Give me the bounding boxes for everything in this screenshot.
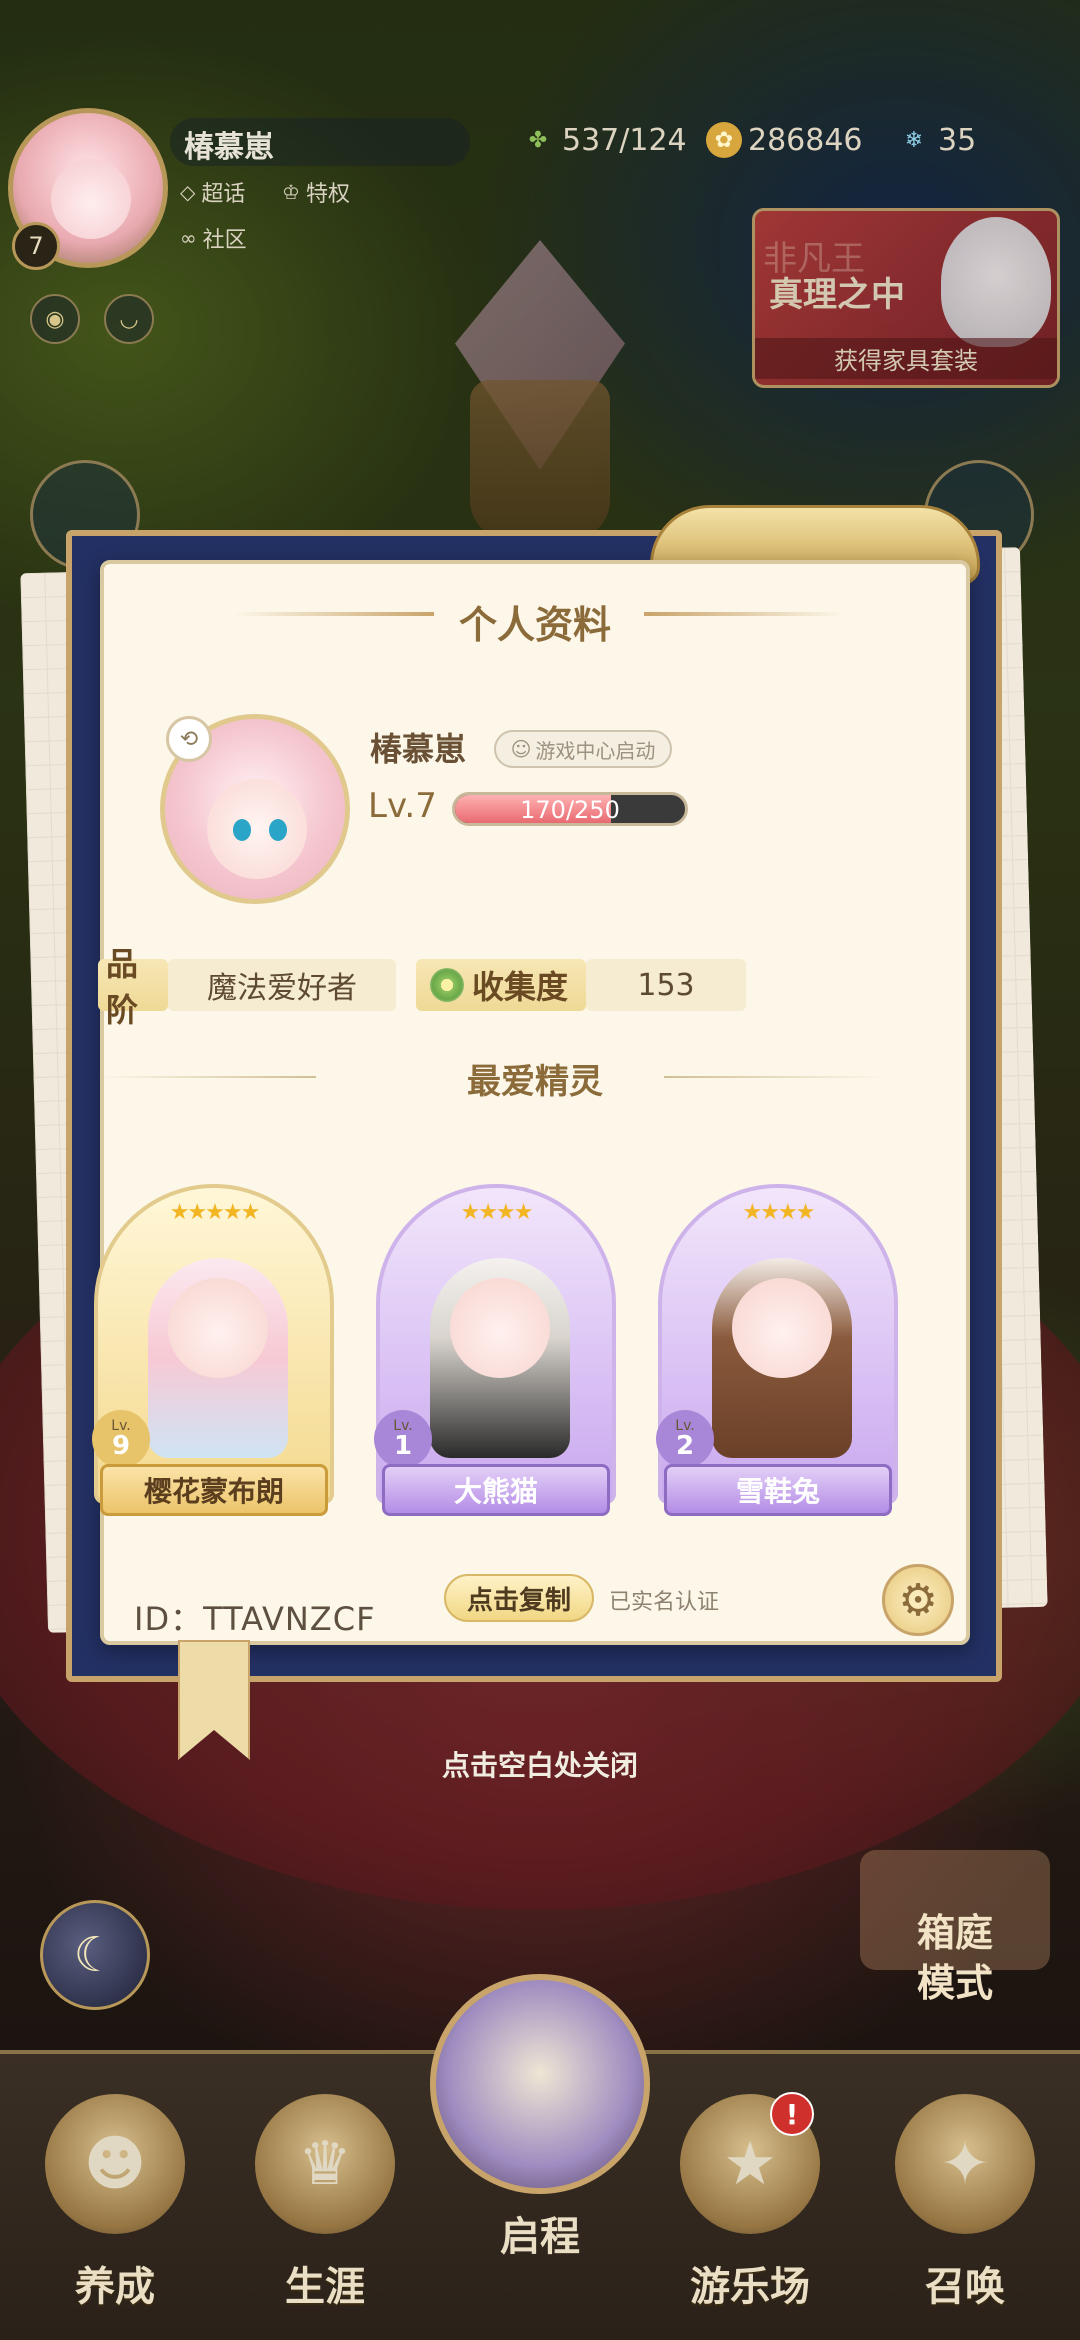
camera-icon[interactable]: ◉ — [30, 294, 80, 344]
diamond-icon: ◇ — [180, 180, 196, 204]
nav-summon[interactable]: ✦ 召唤 — [870, 2094, 1060, 2334]
stamina-value: 537/124 — [562, 122, 687, 158]
gem-value: 35 — [938, 122, 977, 158]
player-name: 椿慕崽 — [184, 130, 274, 165]
xp-text: 170/250 — [520, 796, 620, 824]
garden-mode-button[interactable]: 箱庭 模式 — [860, 1850, 1050, 2005]
gem-counter[interactable]: ❄ 35 — [896, 122, 976, 158]
spirit-level-number: 2 — [675, 1431, 695, 1461]
favorites-title: 最爱精灵 — [467, 1062, 603, 1102]
eye-icon[interactable]: ◡ — [104, 294, 154, 344]
settings-gear-icon[interactable]: ⚙ — [882, 1564, 954, 1636]
favorite-spirit-card[interactable]: ★★★★ Lv. 1 大熊猫 — [374, 1184, 616, 1524]
spirit-head — [168, 1278, 268, 1378]
tag-community-label: 社区 — [202, 228, 247, 253]
stamina-counter[interactable]: ✤ 537/124 — [520, 122, 687, 158]
copy-id-button[interactable]: 点击复制 — [444, 1574, 594, 1622]
launch-badge: ☺ 游戏中心启动 — [494, 730, 672, 768]
favorite-spirit-card[interactable]: ★★★★★ Lv. 9 樱花蒙布朗 — [92, 1184, 334, 1524]
collection-value: 153 — [586, 959, 746, 1011]
spirit-level-badge: Lv. 9 — [92, 1410, 150, 1468]
collection-label-text: 收集度 — [472, 968, 569, 1006]
nav-career-label: 生涯 — [285, 2263, 365, 2310]
notification-badge: ! — [770, 2092, 814, 2136]
close-hint[interactable]: 点击空白处关闭 — [0, 1744, 1080, 1784]
nav-playground-label: 游乐场 — [690, 2263, 810, 2310]
nav-nurture-label: 养成 — [75, 2263, 155, 2310]
spirit-name: 雪鞋兔 — [664, 1464, 892, 1516]
favorite-spirit-card[interactable]: ★★★★ Lv. 2 雪鞋兔 — [656, 1184, 898, 1524]
spirit-name: 大熊猫 — [382, 1464, 610, 1516]
gold-value: 286846 — [748, 122, 863, 158]
star-rating: ★★★★★ — [169, 1200, 261, 1225]
controller-icon: ☺ — [510, 737, 532, 761]
spirit-head — [450, 1278, 550, 1378]
verified-status: 已实名认证 — [609, 1590, 720, 1615]
rank-label: 品阶 — [98, 945, 168, 1029]
spirit-level-number: 9 — [111, 1431, 131, 1461]
spirit-character — [430, 1258, 570, 1458]
summon-card-icon: ✦ — [895, 2094, 1035, 2234]
book-icon[interactable] — [430, 1974, 650, 2194]
bottom-navigation: ☻ 养成 ♛ 生涯 启程 ★ 游乐场 ✦ 召唤 — [0, 1974, 1080, 2340]
spirit-level-badge: Lv. 1 — [374, 1410, 432, 1468]
spirit-character — [712, 1258, 852, 1458]
crown-icon: ♛ — [255, 2094, 395, 2234]
spirit-head — [732, 1278, 832, 1378]
avatar-face — [51, 159, 131, 239]
spirit-character — [148, 1258, 288, 1458]
event-character-portrait — [941, 217, 1051, 347]
nav-career[interactable]: ♛ 生涯 — [230, 2094, 420, 2334]
profile-level: Lv.7 — [368, 786, 437, 826]
gold-counter[interactable]: ✿ 286846 — [706, 122, 863, 158]
coin-icon: ✿ — [706, 122, 742, 158]
tag-privilege[interactable]: ♔ 特权 — [282, 176, 350, 208]
flower-icon — [430, 968, 464, 1002]
nav-nurture[interactable]: ☻ 养成 — [20, 2094, 210, 2334]
mask-icon: ∞ — [180, 226, 197, 250]
tag-privilege-label: 特权 — [305, 182, 350, 207]
moon-orb-icon[interactable]: ☾ — [40, 1900, 150, 2010]
event-banner[interactable]: 非凡王 真理之中 获得家具套装 — [752, 208, 1060, 388]
crystal-icon: ❄ — [904, 127, 924, 153]
tag-community[interactable]: ∞ 社区 — [180, 222, 247, 254]
character-icon: ☻ — [45, 2094, 185, 2234]
spirit-level-badge: Lv. 2 — [656, 1410, 714, 1468]
nav-playground[interactable]: ★ 游乐场 — [655, 2094, 845, 2334]
star-rating: ★★★★ — [460, 1200, 534, 1225]
garden-mode-label: 箱庭 模式 — [916, 1910, 993, 2005]
clover-icon: ✤ — [528, 127, 548, 153]
event-banner-title: 真理之中 — [769, 275, 905, 315]
nav-summon-label: 召唤 — [925, 2263, 1005, 2310]
star-rating: ★★★★ — [742, 1200, 816, 1225]
profile-card: 个人资料 ⟲ 椿慕崽 ☺ 游戏中心启动 Lv.7 170/250 品阶 魔法爱好… — [92, 560, 970, 1645]
crown-icon: ♔ — [282, 180, 300, 204]
collection-label[interactable]: 收集度 — [416, 959, 586, 1011]
player-level-badge: 7 — [12, 222, 60, 270]
section-divider-right — [664, 1076, 884, 1078]
rank-value: 魔法爱好者 — [168, 959, 396, 1011]
tag-super-topic-label: 超话 — [201, 182, 246, 207]
tag-super-topic[interactable]: ◇ 超话 — [180, 176, 245, 208]
spirit-name: 樱花蒙布朗 — [100, 1464, 328, 1516]
profile-name: 椿慕崽 — [370, 730, 467, 768]
nav-journey-label[interactable]: 启程 — [430, 2204, 650, 2262]
frame-swap-icon[interactable]: ⟲ — [166, 716, 212, 762]
avatar-eye — [269, 819, 287, 841]
player-id: ID：TTAVNZCF — [134, 1600, 376, 1638]
xp-bar: 170/250 — [452, 792, 688, 826]
event-banner-subtitle: 获得家具套装 — [755, 338, 1057, 379]
launch-badge-label: 游戏中心启动 — [535, 738, 656, 763]
title-ornament-right — [644, 612, 844, 616]
spirit-level-number: 1 — [393, 1431, 413, 1461]
profile-title: 个人资料 — [458, 602, 611, 647]
avatar-face — [207, 779, 307, 879]
avatar-eye — [233, 819, 251, 841]
